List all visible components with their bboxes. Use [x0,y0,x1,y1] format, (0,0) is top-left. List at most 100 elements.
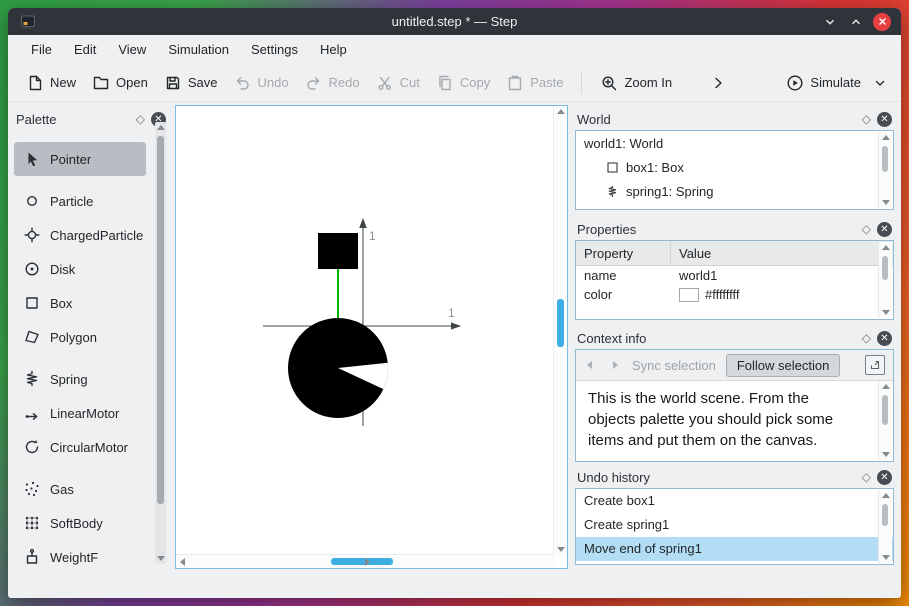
scroll-up-icon[interactable] [881,245,890,250]
box1-object[interactable] [318,233,358,269]
scroll-left-icon[interactable] [180,557,185,566]
column-value[interactable]: Value [671,246,711,261]
close-icon [878,18,886,25]
chevron-right-icon [715,77,722,88]
simulate-dropdown-button[interactable] [869,70,891,96]
float-panel-icon[interactable]: ◇ [136,113,145,125]
scroll-up-icon[interactable] [556,109,565,114]
palette-item-circularmotor[interactable]: CircularMotor [14,430,146,464]
palette-item-linearmotor[interactable]: LinearMotor [14,396,146,430]
scroll-up-icon[interactable] [881,135,890,140]
scroll-up-icon[interactable] [156,125,165,130]
undo-button[interactable]: Undo [225,69,296,97]
palette-item-weightforce[interactable]: WeightF [14,540,146,570]
toolbar: New Open Save Undo Redo Cut Copy Paste Z… [8,64,901,102]
menu-simulation[interactable]: Simulation [157,38,240,61]
titlebar[interactable]: untitled.step * — Step [8,8,901,35]
menu-view[interactable]: View [107,38,157,61]
palette-item-disk[interactable]: Disk [14,252,146,286]
undo-header: Undo history ◇ ✕ [575,466,894,488]
scroll-up-icon[interactable] [881,493,890,498]
palette-item-box[interactable]: Box [14,286,146,320]
disk1-object[interactable] [288,318,388,418]
close-panel-icon[interactable]: ✕ [877,469,892,485]
scroll-down-icon[interactable] [881,310,890,315]
column-property[interactable]: Property [576,241,671,265]
world-tree: world1: World box1: Box spring1: Spring [575,130,894,210]
scroll-down-icon[interactable] [156,556,165,561]
context-scrollbar[interactable] [878,381,892,460]
float-panel-icon[interactable]: ◇ [862,471,871,483]
world-scrollbar-thumb[interactable] [882,146,888,172]
paste-button[interactable]: Paste [498,69,571,97]
menu-settings[interactable]: Settings [240,38,309,61]
sync-selection-button[interactable]: Sync selection [632,358,716,373]
close-panel-icon[interactable]: ✕ [877,330,892,346]
menu-file[interactable]: File [20,38,63,61]
follow-selection-button[interactable]: Follow selection [725,353,841,377]
redo-button[interactable]: Redo [297,69,368,97]
menu-help[interactable]: Help [309,38,358,61]
world-scrollbar[interactable] [878,132,892,208]
properties-scrollbar[interactable] [878,242,892,318]
scroll-down-icon[interactable] [881,200,890,205]
float-panel-icon[interactable]: ◇ [862,332,871,344]
property-row-name[interactable]: name world1 [576,266,893,285]
back-button[interactable] [584,358,598,372]
canvas-vscroll-thumb[interactable] [557,299,564,347]
tree-item-spring1[interactable]: spring1: Spring [576,179,893,203]
canvas-hscroll-thumb[interactable] [331,558,393,565]
palette-item-chargedparticle[interactable]: ChargedParticle [14,218,146,252]
undo-item-create-box1[interactable]: Create box1 [576,489,893,513]
menu-edit[interactable]: Edit [63,38,107,61]
close-panel-icon[interactable]: ✕ [877,111,892,127]
scroll-up-icon[interactable] [881,384,890,389]
canvas-vertical-scrollbar[interactable] [553,106,567,555]
undo-scrollbar-thumb[interactable] [882,504,888,526]
maximize-button[interactable] [847,13,865,31]
forward-button[interactable] [608,358,622,372]
properties-header: Properties ◇ ✕ [575,218,894,240]
properties-column-headers[interactable]: Property Value [576,241,893,266]
new-button[interactable]: New [18,69,84,97]
open-in-window-icon[interactable] [865,355,885,375]
simulate-button[interactable]: Simulate [778,69,869,97]
undo-scrollbar[interactable] [878,490,892,563]
float-panel-icon[interactable]: ◇ [862,223,871,235]
undo-item-move-end-of-spring1[interactable]: Move end of spring1 [576,537,893,561]
open-button[interactable]: Open [84,69,156,97]
toolbar-overflow-button[interactable] [702,69,734,97]
copy-button[interactable]: Copy [428,69,498,97]
palette-scrollbar[interactable] [155,122,166,564]
scroll-right-icon[interactable] [365,557,370,566]
close-button[interactable] [873,12,891,31]
tree-item-box1[interactable]: box1: Box [576,155,893,179]
palette-item-pointer[interactable]: Pointer [14,142,146,176]
float-panel-icon[interactable]: ◇ [862,113,871,125]
palette-scrollbar-thumb[interactable] [157,136,164,504]
undo-item-create-spring1[interactable]: Create spring1 [576,513,893,537]
cut-button[interactable]: Cut [368,69,428,97]
palette-item-polygon[interactable]: Polygon [14,320,146,354]
charged-particle-icon [24,227,40,243]
context-scrollbar-thumb[interactable] [882,395,888,425]
scene-canvas[interactable]: 1 1 [175,105,568,569]
zoom-in-button[interactable]: Zoom In [592,69,680,97]
canvas-horizontal-scrollbar[interactable] [176,554,554,568]
palette-item-softbody[interactable]: SoftBody [14,506,146,540]
palette-item-spring[interactable]: Spring [14,362,146,396]
minimize-button[interactable] [821,13,839,31]
scene-drawing[interactable]: 1 1 [176,106,554,555]
scroll-down-icon[interactable] [881,555,890,560]
close-panel-icon[interactable]: ✕ [877,221,892,237]
scroll-down-icon[interactable] [881,452,890,457]
palette-item-particle[interactable]: Particle [14,184,146,218]
scroll-down-icon[interactable] [556,547,565,552]
palette-item-gas[interactable]: Gas [14,472,146,506]
palette-header: Palette ◇ ✕ [14,108,168,130]
property-row-color[interactable]: color #ffffffff [576,285,893,304]
tree-item-world1[interactable]: world1: World [576,131,893,155]
save-button[interactable]: Save [156,69,226,97]
properties-scrollbar-thumb[interactable] [882,256,888,280]
main-area: Palette ◇ ✕ Pointer Particle ChargedPart… [8,102,901,598]
